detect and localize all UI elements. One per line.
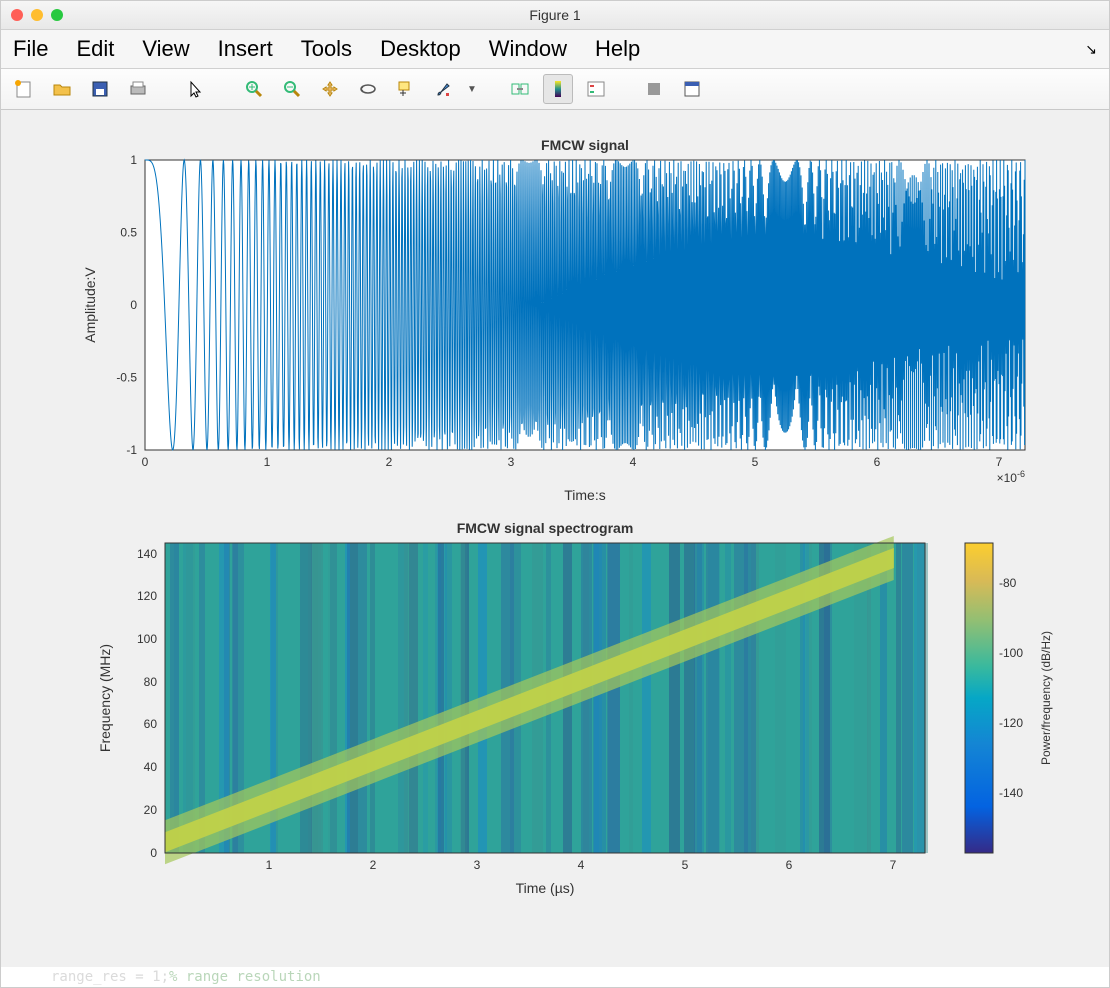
dock-button[interactable] [677,74,707,104]
svg-text:80: 80 [144,675,158,689]
chart2-xlabel: Time (µs) [516,880,575,896]
chart1-title: FMCW signal [541,137,629,153]
chart-spectrogram: FMCW signal spectrogram [25,515,1085,935]
svg-text:120: 120 [137,589,157,603]
pan-button[interactable] [315,74,345,104]
print-button[interactable] [123,74,153,104]
svg-text:0: 0 [130,298,137,312]
hide-tools-button[interactable] [639,74,669,104]
menu-help[interactable]: Help [595,36,640,62]
zoom-out-button[interactable] [277,74,307,104]
menu-window[interactable]: Window [489,36,567,62]
linkaxes-button[interactable] [505,74,535,104]
brush-button[interactable] [429,74,459,104]
chart2-yticks: 0 20 40 60 80 100 120 140 [137,547,157,860]
colorbar-button[interactable] [543,74,573,104]
figure-window: Figure 1 File Edit View Insert Tools Des… [0,0,1110,988]
svg-text:-140: -140 [999,786,1023,800]
svg-text:0: 0 [142,455,149,469]
colorbar: -80 -100 -120 -140 Power/frequency (dB/H… [965,543,1053,853]
svg-text:1: 1 [130,153,137,167]
brush-dropdown-icon[interactable]: ▼ [467,84,477,95]
svg-text:-1: -1 [126,443,137,457]
menu-file[interactable]: File [13,36,48,62]
menubar: File Edit View Insert Tools Desktop Wind… [1,30,1109,69]
svg-text:-100: -100 [999,646,1023,660]
menu-tools[interactable]: Tools [301,36,352,62]
menu-overflow-icon[interactable]: ↘ [1085,41,1097,58]
zoom-in-button[interactable] [239,74,269,104]
svg-text:140: 140 [137,547,157,561]
toolbar: ▼ [1,69,1109,110]
rotate3d-button[interactable] [353,74,383,104]
chart2-xticks: 1 2 3 4 5 6 7 [266,858,897,872]
legend-button[interactable] [581,74,611,104]
chart-fmcw-signal: FMCW signal -1 -0.5 0 0.5 1 0 1 [25,130,1085,510]
svg-text:3: 3 [474,858,481,872]
chart1-ylabel: Amplitude:V [82,267,98,343]
pointer-button[interactable] [181,74,211,104]
svg-text:7: 7 [996,455,1003,469]
svg-text:6: 6 [874,455,881,469]
svg-text:0: 0 [150,846,157,860]
svg-text:6: 6 [786,858,793,872]
svg-text:-80: -80 [999,576,1017,590]
svg-text:1: 1 [264,455,271,469]
svg-text:1: 1 [266,858,273,872]
svg-text:3: 3 [508,455,515,469]
chart2-ylabel: Frequency (MHz) [97,644,113,752]
svg-text:5: 5 [752,455,759,469]
menu-view[interactable]: View [142,36,189,62]
svg-text:4: 4 [578,858,585,872]
svg-text:20: 20 [144,803,158,817]
save-button[interactable] [85,74,115,104]
new-figure-button[interactable] [9,74,39,104]
svg-text:5: 5 [682,858,689,872]
svg-text:40: 40 [144,760,158,774]
svg-text:2: 2 [370,858,377,872]
svg-text:4: 4 [630,455,637,469]
plot-area: FMCW signal -1 -0.5 0 0.5 1 0 1 [1,110,1109,967]
datacursor-button[interactable] [391,74,421,104]
editor-snippet: range_res = 1;% range resolution [1,967,1109,987]
svg-text:7: 7 [890,858,897,872]
menu-desktop[interactable]: Desktop [380,36,461,62]
chart1-yticks: -1 -0.5 0 0.5 1 [116,153,137,457]
titlebar: Figure 1 [1,1,1109,30]
svg-text:0.5: 0.5 [120,226,137,240]
chart1-xscale: ×10-6 [997,469,1025,485]
chart1-xlabel: Time:s [564,487,605,503]
svg-text:60: 60 [144,717,158,731]
svg-text:100: 100 [137,632,157,646]
chart1-xticks: 0 1 2 3 4 5 6 7 [142,455,1003,469]
chart2-title: FMCW signal spectrogram [457,520,634,536]
menu-insert[interactable]: Insert [218,36,273,62]
window-title: Figure 1 [1,7,1109,23]
menu-edit[interactable]: Edit [76,36,114,62]
open-button[interactable] [47,74,77,104]
svg-text:2: 2 [386,455,393,469]
svg-text:-120: -120 [999,716,1023,730]
svg-text:-0.5: -0.5 [116,371,137,385]
colorbar-label: Power/frequency (dB/Hz) [1039,631,1053,765]
